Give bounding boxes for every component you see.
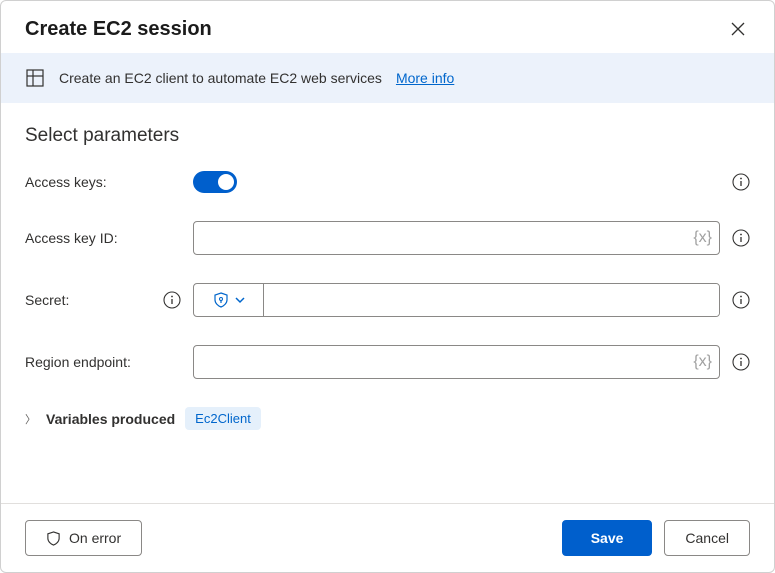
variables-produced-row[interactable]: 〉 Variables produced Ec2Client xyxy=(25,407,750,430)
save-button[interactable]: Save xyxy=(562,520,653,556)
access-key-id-row: Access key ID: {x} xyxy=(25,221,750,255)
access-keys-label: Access keys: xyxy=(25,174,181,190)
dialog-header: Create EC2 session xyxy=(1,1,774,53)
region-endpoint-row: Region endpoint: {x} xyxy=(25,345,750,379)
secret-input-group xyxy=(193,283,720,317)
cancel-button[interactable]: Cancel xyxy=(664,520,750,556)
cancel-label: Cancel xyxy=(685,530,729,546)
region-endpoint-label: Region endpoint: xyxy=(25,354,181,370)
shield-outline-icon xyxy=(46,531,61,546)
chevron-right-icon: 〉 xyxy=(25,411,36,427)
shield-icon xyxy=(213,292,229,308)
info-banner: Create an EC2 client to automate EC2 web… xyxy=(1,53,774,103)
info-icon[interactable] xyxy=(732,353,750,371)
secret-row: Secret: xyxy=(25,283,750,317)
panel-icon xyxy=(25,68,45,88)
access-keys-row: Access keys: xyxy=(25,171,750,193)
save-label: Save xyxy=(591,530,624,546)
content-area: Select parameters Access keys: Access ke… xyxy=(1,103,774,503)
on-error-label: On error xyxy=(69,530,121,546)
access-key-id-input[interactable] xyxy=(193,221,720,255)
variable-chip[interactable]: Ec2Client xyxy=(185,407,261,430)
dialog-footer: On error Save Cancel xyxy=(1,503,774,572)
variables-produced-label: Variables produced xyxy=(46,411,175,427)
secret-type-dropdown[interactable] xyxy=(194,284,264,316)
chevron-down-icon xyxy=(235,295,245,305)
section-title: Select parameters xyxy=(25,125,750,147)
region-endpoint-input[interactable] xyxy=(193,345,720,379)
secret-label: Secret: xyxy=(25,292,69,308)
more-info-link[interactable]: More info xyxy=(396,70,454,86)
info-banner-text: Create an EC2 client to automate EC2 web… xyxy=(59,70,382,86)
info-icon[interactable] xyxy=(163,291,181,309)
secret-input[interactable] xyxy=(264,284,719,316)
close-icon xyxy=(730,21,746,37)
access-key-id-label: Access key ID: xyxy=(25,230,181,246)
info-icon[interactable] xyxy=(732,229,750,247)
access-keys-toggle[interactable] xyxy=(193,171,237,193)
toggle-knob xyxy=(218,174,234,190)
dialog-title: Create EC2 session xyxy=(25,18,212,41)
close-button[interactable] xyxy=(726,17,750,41)
info-icon[interactable] xyxy=(732,173,750,191)
info-icon[interactable] xyxy=(732,291,750,309)
on-error-button[interactable]: On error xyxy=(25,520,142,556)
